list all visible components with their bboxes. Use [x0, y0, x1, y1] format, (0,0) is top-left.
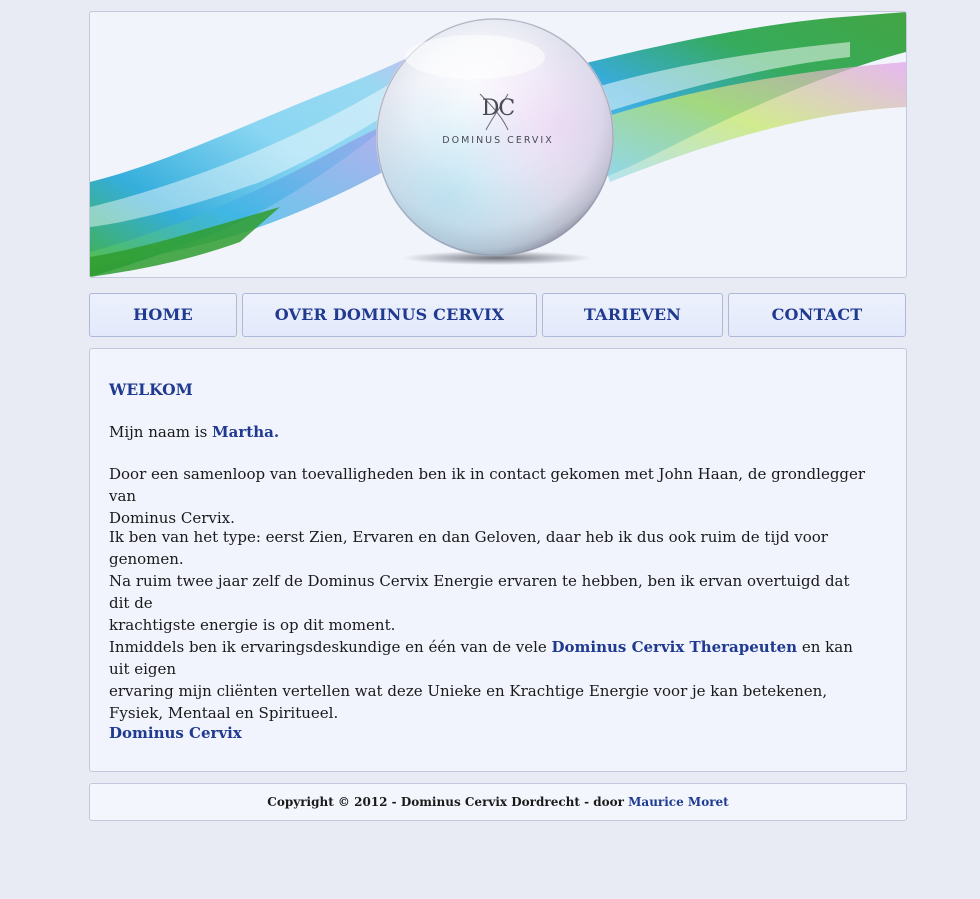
page-title: WELKOM [109, 380, 193, 399]
nav-over-dominus-cervix[interactable]: OVER DOMINUS CERVIX [242, 293, 537, 337]
paragraph-4-line-2: krachtigste energie is op dit moment. [109, 616, 396, 634]
nav-home[interactable]: HOME [89, 293, 237, 337]
nav-tarieven[interactable]: TARIEVEN [542, 293, 723, 337]
intro-text: Mijn naam is [109, 423, 213, 441]
paragraph-5-line-3: Fysiek, Mentaal en Spiritueel. [109, 704, 339, 722]
name-highlight: Martha. [212, 423, 280, 441]
paragraph-5-text: Inmiddels ben ik ervaringsdeskundige en … [109, 638, 552, 656]
paragraph-5-line-2: ervaring mijn cliënten vertellen wat dez… [109, 682, 828, 700]
paragraph-2-line-1: Door een samenloop van toevalligheden be… [109, 465, 866, 505]
page: DC DOMINUS CERVIX HOME OVER DOMINUS CERV… [89, 11, 907, 821]
paragraph-4: Na ruim twee jaar zelf de Dominus Cervix… [109, 570, 869, 636]
logo-name: DOMINUS CERVIX [442, 135, 554, 146]
content-panel: WELKOM Mijn naam is Martha. Door een sam… [89, 348, 907, 772]
copyright-text: Copyright © 2012 - Dominus Cervix Dordre… [267, 795, 629, 809]
logo-monogram: DC [481, 96, 515, 121]
signature: Dominus Cervix [109, 724, 242, 742]
paragraph-4-line-1: Na ruim twee jaar zelf de Dominus Cervix… [109, 572, 850, 612]
paragraph-2: Door een samenloop van toevalligheden be… [109, 463, 869, 529]
intro-paragraph: Mijn naam is Martha. [109, 421, 869, 443]
header-banner: DC DOMINUS CERVIX [89, 11, 907, 278]
paragraph-3: Ik ben van het type: eerst Zien, Ervaren… [109, 528, 828, 568]
paragraph-2-line-2: Dominus Cervix. [109, 509, 235, 527]
therapeuten-link[interactable]: Dominus Cervix Therapeuten [552, 638, 798, 656]
paragraph-5: Inmiddels ben ik ervaringsdeskundige en … [109, 636, 869, 724]
author-link[interactable]: Maurice Moret [628, 795, 729, 809]
main-navigation: HOME OVER DOMINUS CERVIX TARIEVEN CONTAC… [89, 293, 907, 337]
nav-contact[interactable]: CONTACT [728, 293, 906, 337]
footer: Copyright © 2012 - Dominus Cervix Dordre… [89, 783, 907, 821]
